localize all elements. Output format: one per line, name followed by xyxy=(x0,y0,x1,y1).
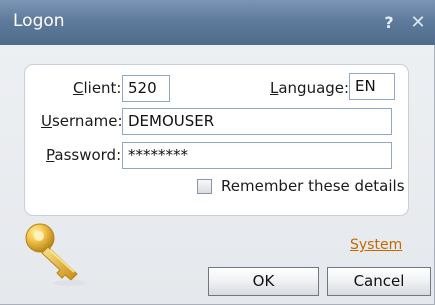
language-label-text: anguage: xyxy=(278,79,350,97)
username-label-mnemonic: U xyxy=(41,112,52,130)
logon-dialog: Logon ? ✕ Client: 520 Language: EN Usern… xyxy=(0,0,435,305)
client-label-text: lient: xyxy=(83,79,122,97)
password-label: Password: xyxy=(46,146,121,164)
key-icon xyxy=(25,223,86,286)
username-label-text: sername: xyxy=(51,112,123,130)
titlebar: Logon ? ✕ xyxy=(0,0,435,45)
window-title: Logon xyxy=(13,11,65,31)
language-label: Language: xyxy=(270,79,349,97)
language-input[interactable]: EN xyxy=(349,73,395,100)
system-link[interactable]: System xyxy=(350,237,402,253)
client-label-mnemonic: C xyxy=(73,79,84,97)
cancel-button[interactable]: Cancel xyxy=(327,267,431,296)
username-input[interactable]: DEMOUSER xyxy=(122,108,392,135)
password-input[interactable]: ******** xyxy=(122,142,392,169)
remember-label[interactable]: Remember these details xyxy=(221,177,405,195)
close-icon[interactable]: ✕ xyxy=(408,12,428,33)
ok-button[interactable]: OK xyxy=(208,267,319,296)
client-input[interactable]: 520 xyxy=(122,75,170,102)
remember-checkbox[interactable] xyxy=(197,179,212,194)
username-label: Username: xyxy=(41,112,123,130)
client-label: Client: xyxy=(73,79,122,97)
password-label-text: assword: xyxy=(54,146,122,164)
help-question-icon[interactable]: ? xyxy=(379,12,399,32)
